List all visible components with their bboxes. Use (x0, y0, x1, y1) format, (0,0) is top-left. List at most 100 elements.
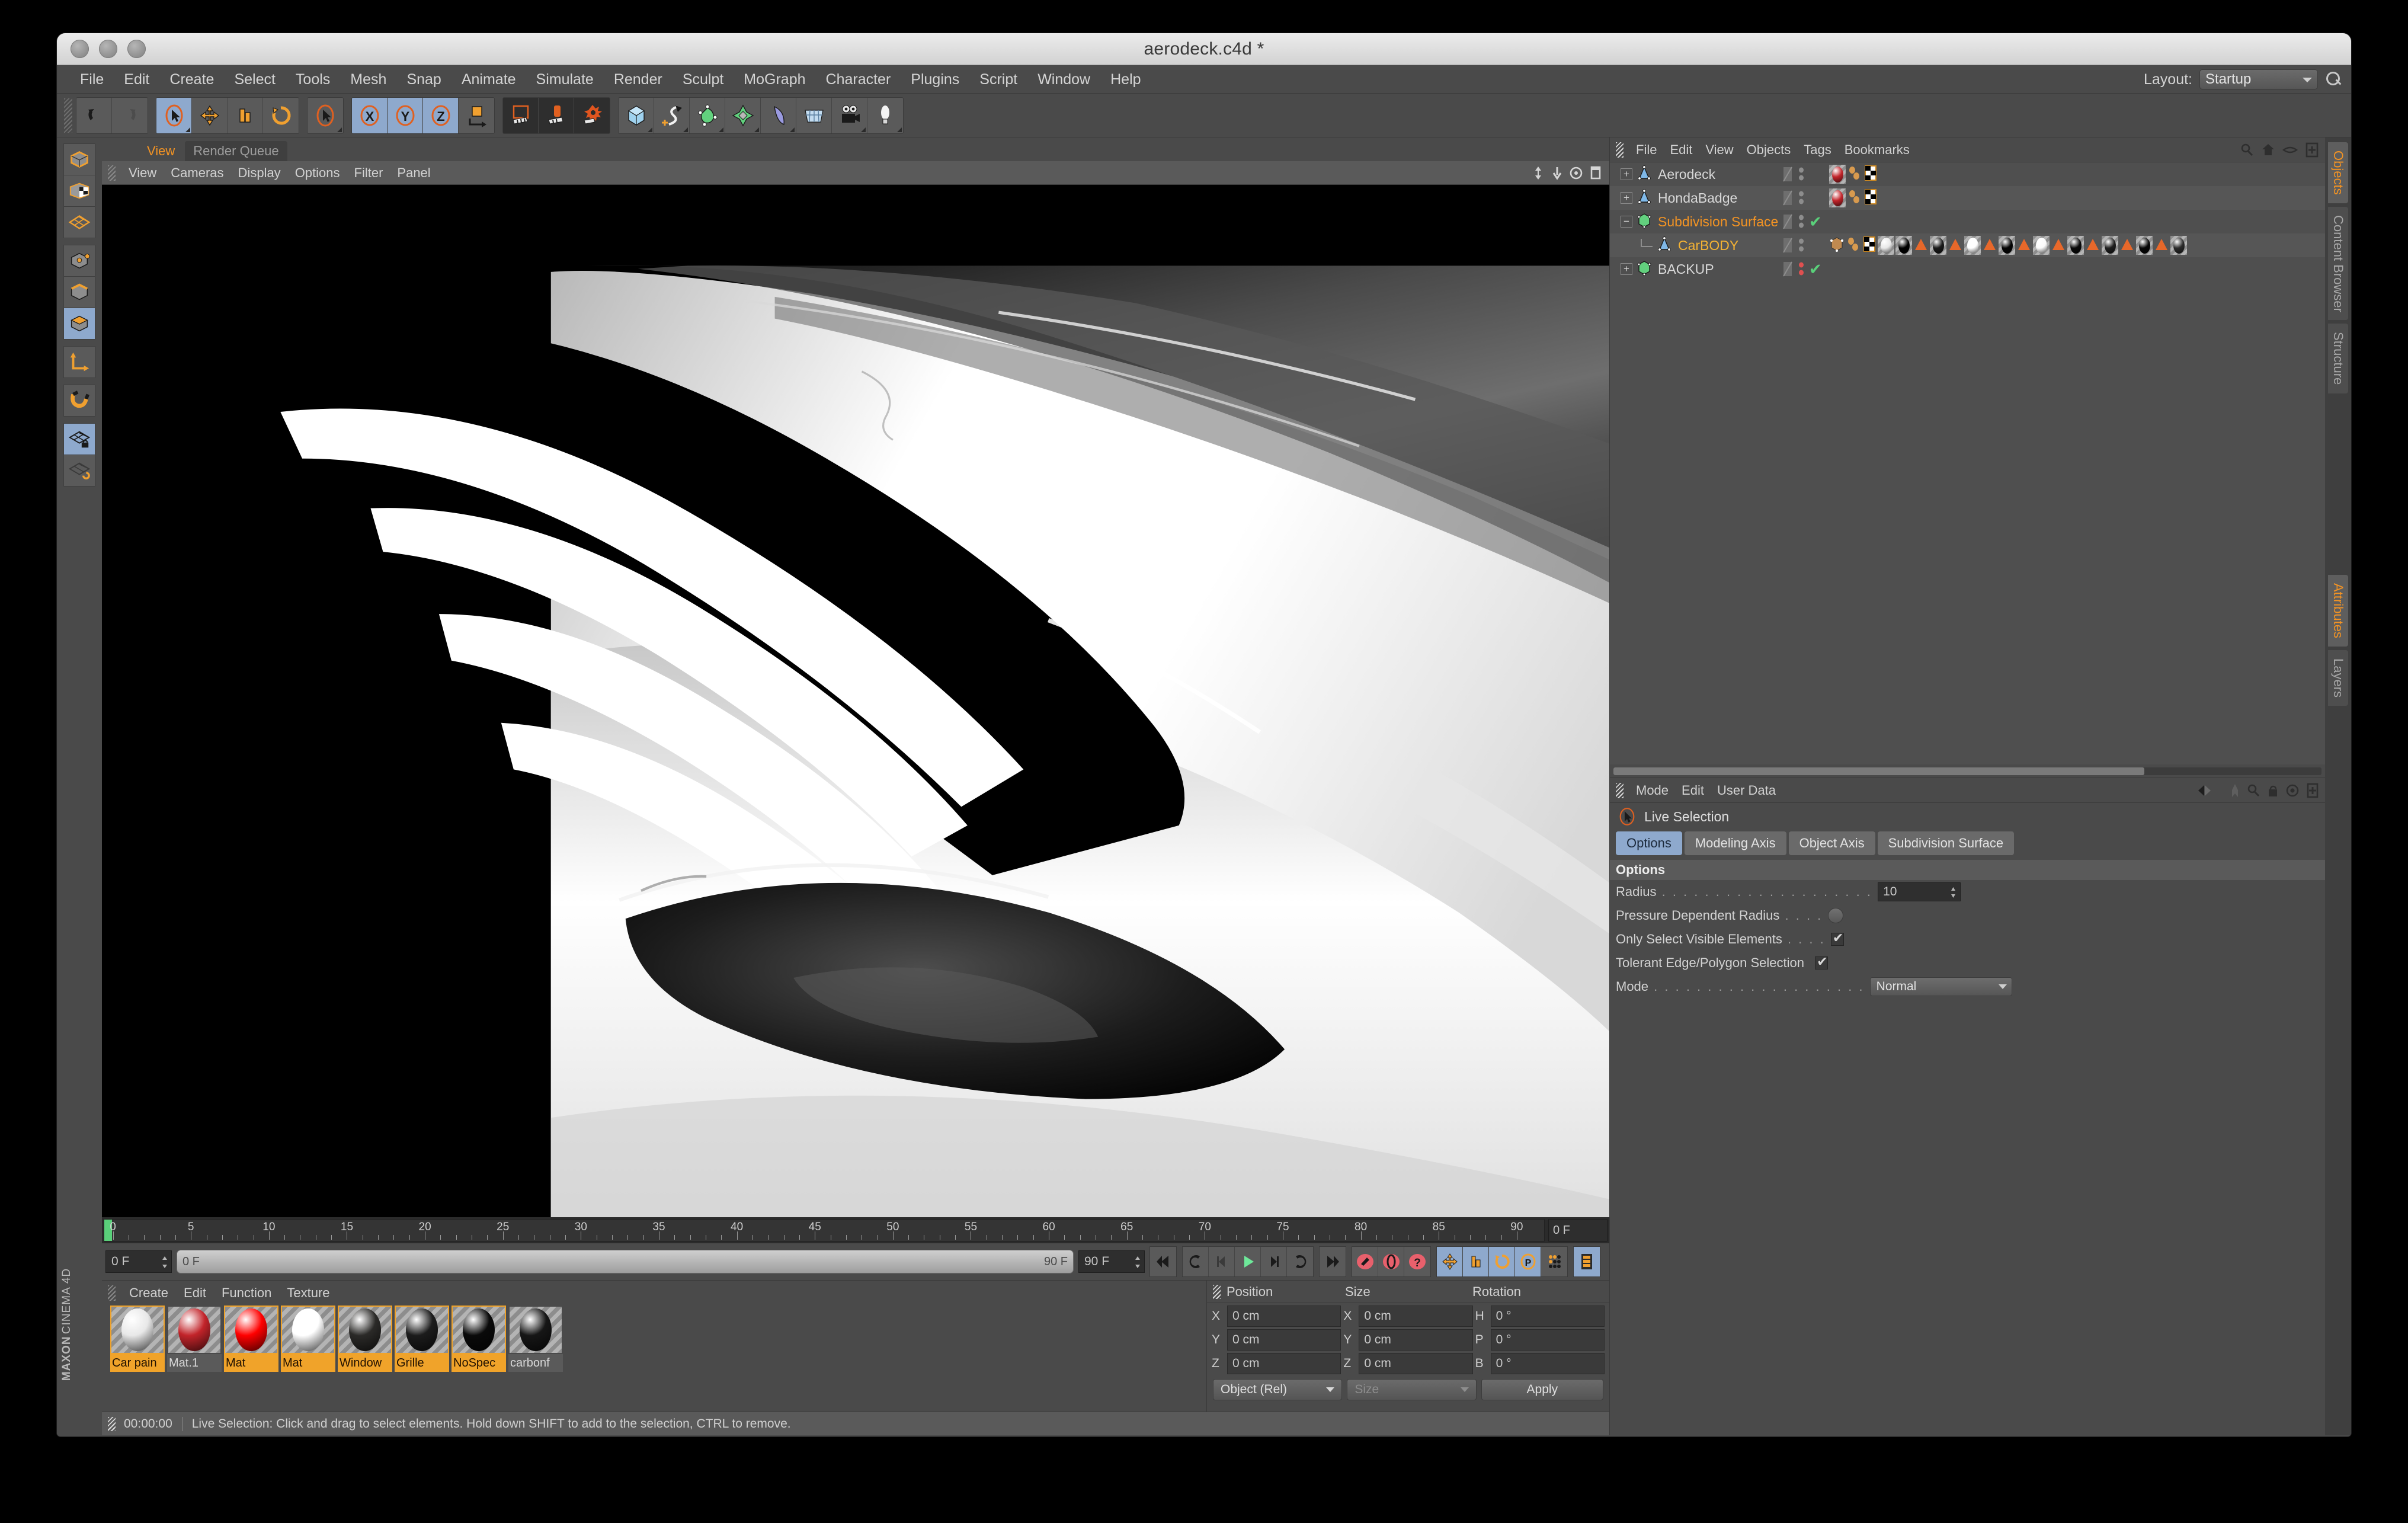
object-menu-bookmarks[interactable]: Bookmarks (1838, 142, 1916, 158)
material-menu-create[interactable]: Create (121, 1285, 176, 1301)
selection-tag[interactable] (1982, 235, 1997, 256)
environment-icon[interactable] (796, 97, 832, 133)
eye-icon[interactable] (2282, 143, 2298, 157)
add-layer-icon[interactable] (2305, 142, 2319, 158)
layout-dropdown[interactable]: Startup (2199, 69, 2318, 89)
rotation-field[interactable]: 0 ° (1490, 1306, 1605, 1327)
menu-item-render[interactable]: Render (604, 65, 673, 94)
planar-workplane-icon[interactable] (63, 455, 95, 487)
tab-object-axis[interactable]: Object Axis (1788, 831, 1875, 855)
texture-tag[interactable] (1863, 188, 1878, 209)
enabled-check-icon[interactable]: ✔ (1809, 261, 1822, 277)
tool-expand-corner[interactable] (790, 127, 795, 132)
next-key-icon[interactable] (1287, 1247, 1313, 1276)
rotation-field[interactable]: 0 ° (1490, 1353, 1605, 1374)
editor-visibility-icon[interactable] (1782, 260, 1794, 279)
material-item[interactable]: Grille (395, 1306, 449, 1372)
lock-icon[interactable] (2267, 783, 2279, 798)
point-level-anim-icon[interactable] (1541, 1247, 1567, 1276)
search-icon[interactable] (2246, 783, 2260, 798)
object-row[interactable]: + BACKUP ✔ (1610, 257, 2325, 281)
array-icon[interactable] (725, 97, 761, 133)
tool-expand-corner[interactable] (897, 127, 902, 132)
object-tags[interactable] (1829, 235, 2187, 256)
menu-item-mograph[interactable]: MoGraph (734, 65, 815, 94)
maximize-view-icon[interactable] (1589, 165, 1602, 181)
material-item[interactable]: Window (338, 1306, 392, 1372)
material-tag[interactable] (1930, 236, 1946, 255)
viewport-3d[interactable] (102, 185, 1609, 1217)
material-tag[interactable] (2136, 236, 2153, 255)
selection-tag[interactable] (1948, 235, 1963, 256)
step-forward-icon[interactable] (1261, 1247, 1287, 1276)
editor-visibility-icon[interactable] (1782, 188, 1794, 207)
object-name[interactable]: CarBODY (1678, 238, 1738, 254)
material-menu-texture[interactable]: Texture (279, 1285, 337, 1301)
object-tree-scrollbar[interactable] (1610, 764, 2325, 778)
timeline-ruler[interactable]: 0 5 10 15 20 25 30 35 40 45 50 55 60 65 70 75 80 85 90 (104, 1219, 1545, 1242)
menu-item-character[interactable]: Character (816, 65, 901, 94)
render-visibility-icon[interactable] (1798, 212, 1805, 231)
timeline-frame-field[interactable]: 0 F (1548, 1219, 1608, 1242)
axis-z-icon[interactable]: Z (423, 97, 459, 133)
object-visibility-dots[interactable] (1782, 236, 1805, 255)
rotate-icon[interactable] (263, 97, 299, 133)
object-tags[interactable] (1829, 164, 1878, 185)
render-view-icon[interactable] (503, 97, 539, 133)
deformer-icon[interactable] (761, 97, 796, 133)
pin-icon[interactable] (2230, 783, 2240, 798)
selection-tag[interactable] (2154, 235, 2169, 256)
material-swatch[interactable] (508, 1306, 563, 1354)
spline-pen-icon[interactable] (654, 97, 690, 133)
object-name[interactable]: BACKUP (1658, 261, 1714, 277)
material-item[interactable]: Mat (281, 1306, 335, 1372)
material-swatch[interactable] (224, 1306, 278, 1354)
expand-toggle[interactable]: − (1621, 216, 1632, 228)
undo-icon[interactable] (76, 97, 112, 133)
material-item[interactable]: Mat (224, 1306, 278, 1372)
record-rotation-icon[interactable] (1489, 1247, 1515, 1276)
coordinates-grip[interactable] (1213, 1284, 1221, 1299)
render-settings-icon[interactable] (574, 97, 610, 133)
position-field[interactable]: 0 cm (1227, 1329, 1341, 1351)
material-tag[interactable] (1964, 236, 1981, 255)
scale-icon[interactable] (228, 97, 263, 133)
texture-mode-icon[interactable] (63, 175, 95, 207)
attribute-menu-userdata[interactable]: User Data (1711, 783, 1782, 798)
tab-subdivision-surface[interactable]: Subdivision Surface (1877, 831, 2015, 855)
polygon-mode-icon[interactable] (63, 308, 95, 340)
side-tab-structure[interactable]: Structure (2328, 324, 2348, 393)
previous-key-icon[interactable] (1183, 1247, 1209, 1276)
stepper-icon[interactable] (161, 1255, 168, 1269)
light-icon[interactable] (867, 97, 903, 133)
stepper-icon[interactable] (1134, 1255, 1141, 1269)
material-item[interactable]: Mat.1 (167, 1306, 222, 1372)
keyframe-selection-icon[interactable]: ? (1404, 1247, 1430, 1276)
menu-item-mesh[interactable]: Mesh (340, 65, 396, 94)
material-tag[interactable] (1895, 236, 1912, 255)
status-grip[interactable] (108, 1416, 116, 1431)
timeline-icon[interactable] (1574, 1247, 1600, 1276)
selection-tag[interactable] (2051, 235, 2066, 256)
tool-expand-corner[interactable] (683, 127, 688, 132)
tab-options[interactable]: Options (1616, 831, 1682, 855)
axis-y-icon[interactable]: Y (388, 97, 423, 133)
menu-item-sculpt[interactable]: Sculpt (673, 65, 734, 94)
material-swatch[interactable] (451, 1306, 506, 1354)
lock-workplane-icon[interactable] (63, 423, 95, 455)
phong-tag[interactable] (1847, 188, 1862, 209)
viewport-menu-filter[interactable]: Filter (347, 165, 390, 181)
record-position-icon[interactable] (1437, 1247, 1463, 1276)
render-region-icon[interactable] (539, 97, 574, 133)
selection-tool-icon[interactable] (308, 97, 343, 133)
apply-button[interactable]: Apply (1481, 1379, 1603, 1400)
material-menu-function[interactable]: Function (214, 1285, 279, 1301)
material-tag[interactable] (2170, 236, 2187, 255)
record-scale-icon[interactable] (1463, 1247, 1489, 1276)
selection-tag[interactable] (2016, 235, 2032, 256)
object-name[interactable]: Subdivision Surface (1658, 214, 1778, 230)
tool-expand-corner[interactable] (719, 127, 723, 132)
attribute-manager-grip[interactable] (1616, 782, 1624, 798)
search-icon[interactable] (2325, 71, 2343, 88)
object-row[interactable]: CarBODY (1610, 233, 2325, 257)
